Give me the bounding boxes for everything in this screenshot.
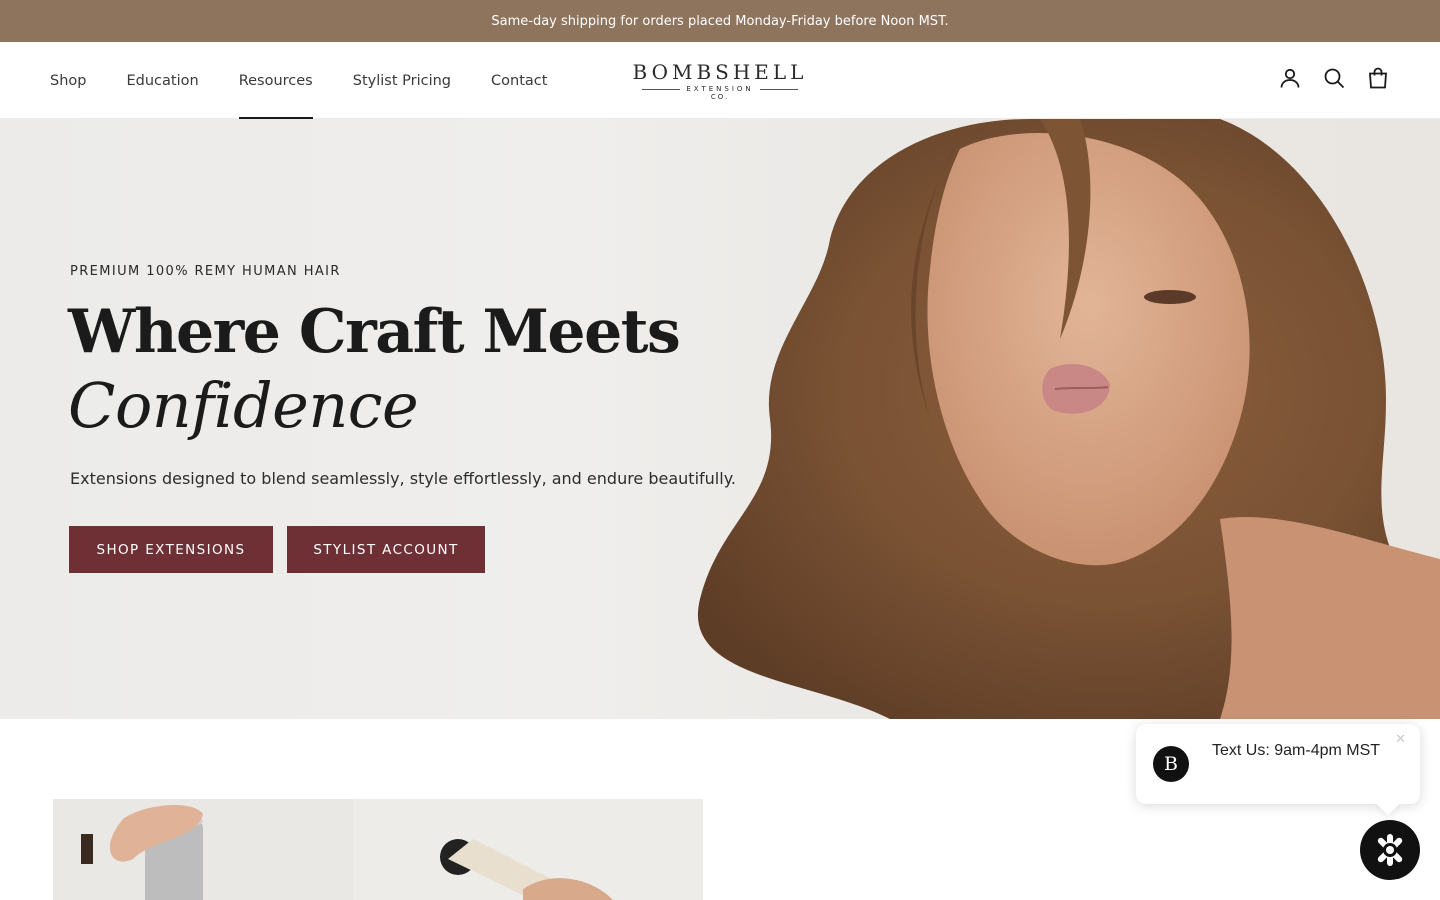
hero-headline-italic: Confidence: [68, 369, 419, 442]
logo-wordmark: BOMBSHELL: [632, 60, 808, 84]
logo-sub-text: EXTENSION: [686, 85, 754, 93]
hero-banner: PREMIUM 100% REMY HUMAN HAIR Where Craft…: [0, 119, 1440, 719]
brand-logo[interactable]: BOMBSHELL EXTENSION CO.: [620, 60, 820, 101]
hero-eyebrow: PREMIUM 100% REMY HUMAN HAIR: [70, 264, 341, 279]
chat-message: Text Us: 9am-4pm MST: [1212, 742, 1381, 759]
site-header: Shop Education Resources Stylist Pricing…: [0, 42, 1440, 119]
nav-label: Resources: [238, 72, 313, 89]
nav-item-resources[interactable]: Resources: [238, 42, 313, 119]
hero-model-image: [697, 119, 1440, 719]
nav-item-stylist-pricing[interactable]: Stylist Pricing: [353, 42, 451, 119]
header-actions: [1278, 66, 1390, 90]
search-icon[interactable]: [1322, 66, 1346, 90]
chat-launcher-button[interactable]: [1360, 820, 1420, 880]
stylist-account-button[interactable]: STYLIST ACCOUNT: [287, 526, 485, 573]
announcement-text: Same-day shipping for orders placed Mond…: [491, 13, 949, 29]
nav-label: Education: [126, 72, 199, 89]
main-nav: Shop Education Resources Stylist Pricing…: [50, 42, 587, 119]
nav-item-education[interactable]: Education: [126, 42, 198, 119]
announcement-bar: Same-day shipping for orders placed Mond…: [0, 0, 1440, 42]
nav-label: Contact: [491, 72, 548, 89]
shop-extensions-button[interactable]: SHOP EXTENSIONS: [69, 526, 273, 573]
nav-item-contact[interactable]: Contact: [491, 42, 547, 119]
chat-launcher-icon: [1377, 834, 1403, 866]
nav-label: Shop: [50, 72, 87, 89]
logo-rule: [642, 88, 681, 90]
nav-item-shop[interactable]: Shop: [50, 42, 86, 119]
close-icon[interactable]: ✕: [1395, 732, 1406, 747]
chat-avatar: B: [1153, 746, 1189, 782]
account-icon[interactable]: [1278, 66, 1302, 90]
product-image[interactable]: [53, 799, 703, 900]
logo-rule: [759, 88, 798, 90]
logo-co-text: CO.: [710, 93, 730, 101]
cart-icon[interactable]: [1366, 66, 1390, 90]
nav-label: Stylist Pricing: [352, 72, 452, 89]
chat-popup[interactable]: B Text Us: 9am-4pm MST ✕: [1136, 724, 1420, 804]
logo-subline: EXTENSION: [620, 85, 820, 93]
product-image-graphic: [53, 799, 703, 900]
hero-subtitle: Extensions designed to blend seamlessly,…: [70, 469, 736, 488]
hero-headline: Where Craft Meets: [68, 297, 681, 367]
